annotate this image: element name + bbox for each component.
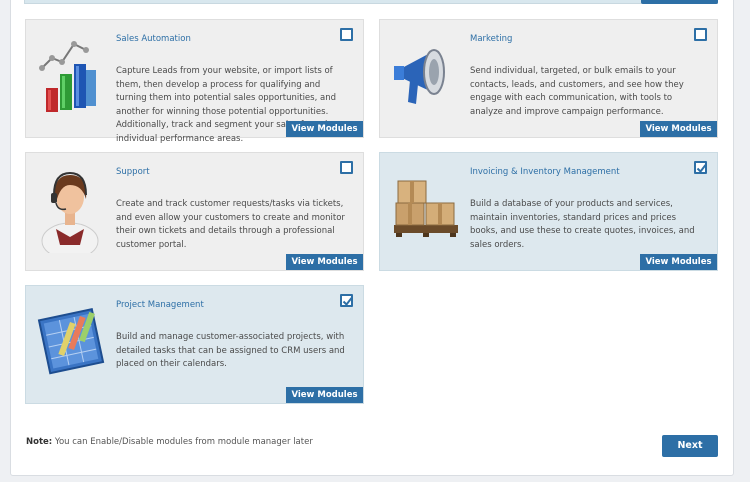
view-modules-button[interactable]: View Modules — [640, 254, 717, 270]
module-description: Build a database of your products and se… — [470, 199, 695, 250]
view-modules-button[interactable]: View Modules — [286, 254, 363, 270]
checkmark-icon — [342, 297, 353, 307]
module-card-invoicing-inventory[interactable]: Invoicing & Inventory Management Build a… — [379, 152, 718, 271]
boxes-icon — [388, 163, 464, 253]
module-title: Invoicing & Inventory Management — [470, 167, 620, 177]
module-title: Sales Automation — [116, 34, 191, 44]
module-description: Create and track customer requests/tasks… — [116, 199, 345, 250]
module-card-sales-automation[interactable]: Sales Automation Capture Leads from your… — [25, 19, 364, 144]
module-title: Project Management — [116, 300, 204, 310]
module-description: Build and manage customer-associated pro… — [116, 332, 345, 369]
gantt-chart-icon — [34, 296, 110, 386]
megaphone-icon — [388, 30, 464, 120]
module-checkbox[interactable] — [340, 161, 353, 174]
module-title: Support — [116, 167, 150, 177]
view-modules-button[interactable]: View Modules — [286, 121, 363, 137]
module-description: Send individual, targeted, or bulk email… — [470, 66, 684, 117]
note-label: Note: — [26, 437, 53, 447]
support-agent-icon — [34, 163, 110, 260]
module-card-support[interactable]: Support Create and track customer reques… — [25, 152, 364, 271]
previous-view-modules-button[interactable] — [641, 0, 718, 4]
module-card-project-management[interactable]: Project Management Build and manage cust… — [25, 285, 364, 404]
note-text: You can Enable/Disable modules from modu… — [52, 437, 313, 447]
module-checkbox[interactable] — [694, 28, 707, 41]
next-button[interactable]: Next — [662, 435, 718, 457]
view-modules-button[interactable]: View Modules — [640, 121, 717, 137]
previous-card-edge — [24, 0, 718, 4]
footer-note: Note: You can Enable/Disable modules fro… — [26, 437, 313, 447]
checkmark-icon — [696, 164, 707, 174]
module-checkbox[interactable] — [340, 294, 353, 307]
module-card-marketing[interactable]: Marketing Send individual, targeted, or … — [379, 19, 718, 138]
view-modules-button[interactable]: View Modules — [286, 387, 363, 403]
bar-chart-icon — [34, 30, 110, 120]
module-checkbox[interactable] — [340, 28, 353, 41]
module-checkbox[interactable] — [694, 161, 707, 174]
module-title: Marketing — [470, 34, 513, 44]
